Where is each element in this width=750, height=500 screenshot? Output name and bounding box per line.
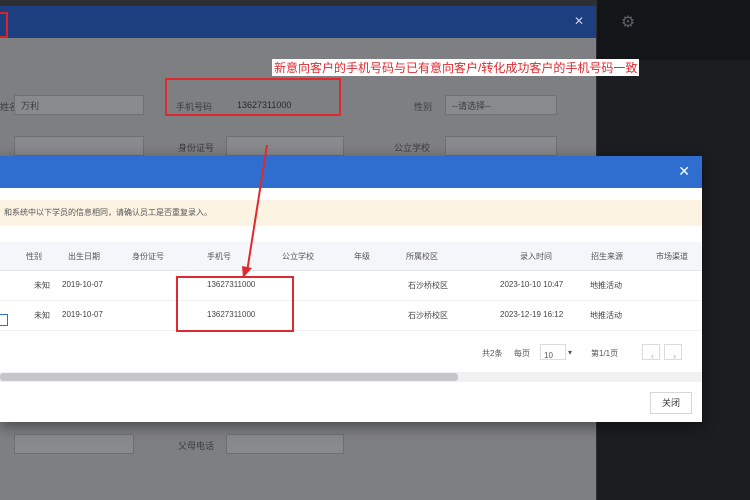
pager-total: 共2条 [482, 349, 503, 358]
cell-entry-time: 2023-10-10 10:47 [500, 280, 564, 289]
notification-bell-icon[interactable]: ⚙ [617, 12, 639, 34]
public-school-label: 公立学校 [394, 143, 431, 153]
cell-campus: 石沙桥校区 [408, 311, 448, 320]
edit-dialog-close-icon[interactable]: ✕ [574, 14, 584, 28]
pager-page-info: 第1/1页 [591, 349, 619, 358]
parent-phone-label: 父母电话 [178, 441, 215, 451]
cell-gender: 未知 [34, 281, 50, 290]
header-highlight-marker [0, 12, 8, 38]
col-phone[interactable]: 手机号 [207, 251, 231, 262]
pager-next-button[interactable]: › [664, 344, 682, 361]
row-selection-marker[interactable] [0, 314, 8, 326]
table-row[interactable]: 未知 2019-10-07 13627311000 石沙桥校区 2023-12-… [0, 300, 702, 331]
gender-select[interactable]: --请选择-- [445, 95, 557, 115]
duplicate-dialog-close-icon[interactable]: ✕ [678, 163, 690, 180]
id-number-input[interactable] [226, 136, 344, 156]
table-row[interactable]: 未知 2019-10-07 13627311000 石沙桥校区 2023-10-… [0, 270, 702, 301]
public-school-input[interactable] [445, 136, 557, 156]
duplicate-notice: 和系统中以下学员的信息相同，请确认员工是否重复录入。 [0, 200, 702, 226]
pager-prev-button[interactable]: ‹ [642, 344, 660, 361]
col-grade[interactable]: 年级 [354, 251, 370, 262]
table-header: 性别 出生日期 身份证号 手机号 公立学校 年级 所属校区 录入时间 招生来源 … [0, 242, 702, 271]
col-birth-date[interactable]: 出生日期 [68, 251, 100, 262]
gender-select-value: --请选择-- [452, 101, 491, 111]
cell-source: 地推活动 [590, 281, 622, 290]
phone-column-highlight-box [176, 276, 294, 332]
duplicate-dialog-header: ✕ [0, 156, 702, 188]
col-channel[interactable]: 市场渠道 [656, 251, 688, 262]
edit-form-row-3: 父母电话 [0, 434, 596, 458]
name-input[interactable]: 万利 [14, 95, 144, 115]
edit-dialog-header: ✕ [0, 6, 596, 38]
gender-label: 性别 [414, 102, 433, 112]
chevron-left-icon: ‹ [651, 351, 654, 361]
cell-source: 地推活动 [590, 311, 622, 320]
horizontal-scrollbar[interactable] [0, 372, 702, 382]
pager-per-page-label: 每页 [514, 349, 530, 358]
col-campus[interactable]: 所属校区 [406, 251, 438, 262]
birthday-input[interactable] [14, 136, 144, 156]
chevron-down-icon: ▾ [568, 348, 573, 357]
cell-birth-date: 2019-10-07 [62, 310, 103, 319]
duplicate-check-dialog: ✕ 和系统中以下学员的信息相同，请确认员工是否重复录入。 性别 出生日期 身份证… [0, 156, 702, 422]
scrollbar-thumb[interactable] [0, 373, 458, 381]
duplicate-annotation: 新意向客户的手机号码与已有意向客户/转化成功客户的手机号码一致 [272, 59, 640, 76]
father-name-input[interactable] [14, 434, 134, 454]
app-topbar: ⚙ [597, 0, 750, 60]
col-gender[interactable]: 性别 [26, 251, 42, 262]
cell-campus: 石沙桥校区 [408, 281, 448, 290]
id-number-label: 身份证号 [178, 143, 215, 153]
name-value: 万利 [21, 101, 40, 111]
close-button[interactable]: 关闭 [650, 392, 692, 414]
col-source[interactable]: 招生来源 [591, 251, 623, 262]
cell-gender: 未知 [34, 311, 50, 320]
cell-entry-time: 2023-12-19 16:12 [500, 310, 564, 319]
col-id-number[interactable]: 身份证号 [132, 251, 164, 262]
pager-size-value: 10 [544, 351, 553, 360]
cell-birth-date: 2019-10-07 [62, 280, 103, 289]
col-entry-time[interactable]: 录入时间 [520, 251, 552, 262]
col-public-school[interactable]: 公立学校 [282, 251, 314, 262]
pager-size-select[interactable]: 10 [540, 344, 566, 360]
phone-highlight-box [165, 78, 341, 116]
parent-phone-input[interactable] [226, 434, 344, 454]
chevron-right-icon: › [673, 351, 676, 361]
